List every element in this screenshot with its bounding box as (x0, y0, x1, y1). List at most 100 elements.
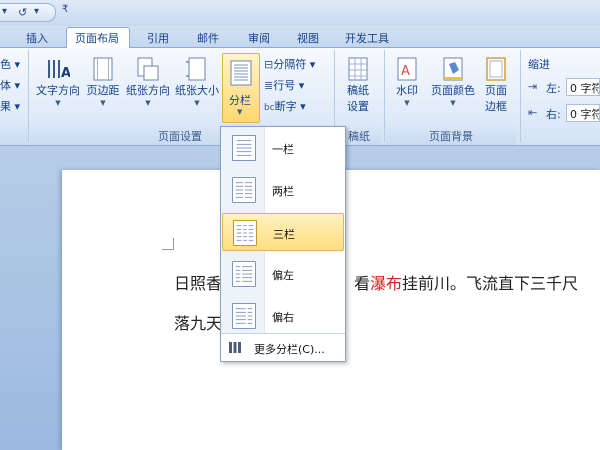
hyphenation-label: 断字 ▾ (274, 100, 306, 113)
tab-review[interactable]: 审阅 (248, 30, 270, 46)
line-numbers-icon: ≣ (264, 79, 274, 92)
watermark-icon: A (397, 57, 417, 81)
page-size-label: 纸张大小 (175, 84, 219, 97)
page-borders-icon (486, 57, 506, 81)
watermark-button[interactable]: A 水印 ▼ (390, 56, 424, 107)
menu-item-label: 两栏 (272, 185, 294, 198)
orientation-button[interactable]: 纸张方向 ▼ (124, 56, 172, 107)
left-column-icon (232, 261, 256, 287)
tab-mailings[interactable]: 邮件 (197, 30, 219, 46)
tab-insert[interactable]: 插入 (26, 30, 48, 46)
page-size-icon (186, 57, 206, 81)
menu-item-one-column[interactable]: 一栏 (222, 129, 344, 167)
indent-left-input[interactable]: 0 字符 (566, 78, 600, 96)
right-column-icon (232, 303, 256, 329)
margin-corner-mark (162, 238, 174, 250)
document-text: 日照香 (174, 274, 223, 293)
hyphenation-button[interactable]: bc断字 ▾ (264, 98, 306, 114)
margins-label: 页边距 (86, 84, 120, 97)
page-borders-button[interactable]: 页面 边框 (480, 56, 512, 114)
indent-left-icon: ⇥ (528, 80, 538, 93)
tab-developer[interactable]: 开发工具 (345, 30, 389, 46)
tab-view[interactable]: 视图 (297, 30, 319, 46)
page-color-label: 页面颜色 (431, 84, 475, 97)
page-color-icon (443, 57, 463, 81)
menu-item-three-columns[interactable]: 三栏 (222, 213, 344, 251)
theme-fonts-button[interactable]: 体 ▾ (0, 77, 20, 93)
menu-item-two-columns[interactable]: 两栏 (222, 171, 344, 209)
watermark-label: 水印 (396, 84, 418, 97)
group-separator (520, 50, 521, 142)
menu-item-left-column[interactable]: 偏左 (222, 255, 344, 293)
margins-icon (93, 57, 113, 81)
indent-title: 缩进 (528, 58, 550, 71)
text-direction-button[interactable]: A 文字方向 ▼ (34, 56, 82, 107)
manuscript-settings-button[interactable]: 稿纸 设置 (340, 56, 376, 114)
columns-dropdown-menu: 一栏 两栏 三栏 偏左 偏右 更多分栏(C)... (220, 126, 346, 362)
theme-effects-button[interactable]: 果 ▾ (0, 98, 20, 114)
ribbon-tab-row: 插入 页面布局 引用 邮件 审阅 视图 开发工具 (0, 26, 600, 49)
three-columns-icon (233, 220, 257, 246)
page-size-button[interactable]: 纸张大小 ▼ (174, 56, 220, 107)
document-line-2[interactable]: 落九天 (174, 310, 222, 334)
chevron-down-icon: ▼ (100, 99, 106, 107)
manuscript-label: 稿纸 (347, 84, 369, 97)
chevron-down-icon: ▼ (450, 99, 456, 107)
indent-right-icon: ⇤ (528, 106, 538, 119)
chevron-down-icon: ▼ (55, 99, 61, 107)
orientation-label: 纸张方向 (126, 84, 170, 97)
margins-button[interactable]: 页边距 ▼ (84, 56, 122, 107)
theme-colors-button[interactable]: 色 ▾ (0, 56, 20, 72)
hyphenation-icon: bc (264, 103, 275, 113)
menu-item-more-columns[interactable]: 更多分栏(C)... (222, 337, 344, 359)
page-borders-label-2: 边框 (485, 100, 507, 113)
document-text: 挂前川。飞流直下三千尺 (402, 274, 579, 293)
redo-dropdown-icon[interactable]: ▾ (34, 6, 39, 17)
more-columns-icon (229, 342, 241, 353)
columns-label: 分栏 (229, 94, 251, 107)
breaks-button[interactable]: ⊟分隔符 ▾ (264, 56, 315, 72)
group-separator (384, 50, 385, 142)
page-color-button[interactable]: 页面颜色 ▼ (428, 56, 478, 107)
menu-item-label: 一栏 (272, 143, 294, 156)
menu-item-label: 偏右 (272, 311, 294, 324)
columns-button[interactable]: 分栏 ▼ (222, 53, 260, 123)
text-direction-label: 文字方向 (36, 84, 80, 97)
columns-icon (230, 60, 252, 86)
quick-access-toolbar: ▾ ↺ ▾ (0, 3, 56, 22)
title-bar (0, 0, 600, 26)
chevron-down-icon: ▼ (194, 99, 200, 107)
menu-item-label: 三栏 (273, 228, 295, 241)
themes-group-label-bg (0, 126, 28, 145)
svg-text:A: A (401, 64, 410, 79)
menu-separator (221, 333, 345, 334)
tab-references[interactable]: 引用 (147, 30, 169, 46)
manuscript-icon (348, 57, 368, 81)
document-text-red: 瀑布 (370, 274, 403, 293)
line-numbers-button[interactable]: ≣行号 ▾ (264, 77, 304, 93)
group-separator (28, 50, 29, 142)
customize-qat-icon[interactable]: ₹ (62, 4, 68, 15)
chevron-down-icon: ▼ (145, 99, 151, 107)
indent-right-label: 右: (546, 108, 561, 121)
svg-text:A: A (61, 66, 70, 81)
text-direction-icon: A (48, 60, 70, 81)
indent-left-label: 左: (546, 82, 561, 95)
tab-page-layout[interactable]: 页面布局 (75, 30, 119, 46)
page-background-group-label: 页面背景 (429, 130, 473, 143)
breaks-icon: ⊟ (264, 58, 274, 71)
page-borders-label: 页面 (485, 84, 507, 97)
chevron-down-icon: ▼ (237, 108, 243, 116)
breaks-label: 分隔符 ▾ (273, 58, 316, 71)
manuscript-label-2: 设置 (347, 100, 369, 113)
indent-right-input[interactable]: 0 字符 (566, 104, 600, 122)
menu-item-right-column[interactable]: 偏右 (222, 297, 344, 335)
menu-item-label: 更多分栏(C)... (254, 343, 325, 356)
orientation-icon (137, 57, 159, 81)
redo-icon[interactable]: ↺ (18, 6, 27, 19)
chevron-down-icon: ▼ (404, 99, 410, 107)
undo-dropdown-icon[interactable]: ▾ (2, 6, 7, 17)
one-column-icon (232, 135, 256, 161)
document-text: 看 (354, 274, 371, 293)
menu-item-label: 偏左 (272, 269, 294, 282)
